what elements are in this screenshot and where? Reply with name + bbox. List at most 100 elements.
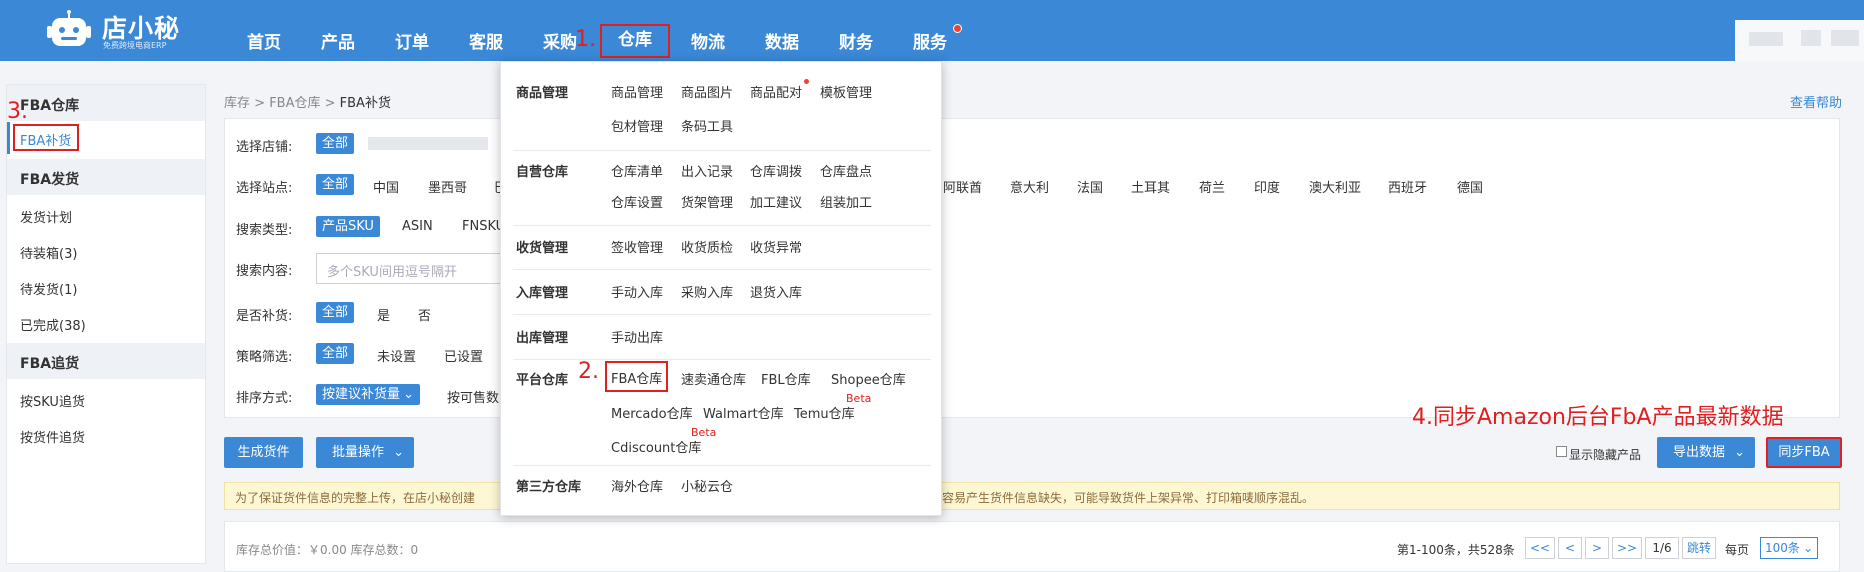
nav-orders[interactable]: 订单 (395, 28, 429, 53)
nav-products[interactable]: 产品 (321, 28, 355, 53)
dropdown-link-assembly-processing[interactable]: 组装加工 (820, 192, 872, 211)
batch-operations-button[interactable]: 批量操作 ⌄ (316, 437, 414, 468)
dropdown-link-packaging[interactable]: 包材管理 (611, 116, 663, 135)
dropdown-link-template-management[interactable]: 模板管理 (820, 82, 872, 101)
site-option-germany[interactable]: 德国 (1457, 177, 1483, 196)
dropdown-link-warehouse-transfer[interactable]: 仓库调拨 (750, 161, 802, 180)
prev-page-button[interactable]: < (1558, 537, 1582, 559)
site-option-india[interactable]: 印度 (1254, 177, 1280, 196)
sidebar-item-to-ship[interactable]: 待发货(1) (20, 279, 77, 298)
dropdown-link-warehouse-settings[interactable]: 仓库设置 (611, 192, 663, 211)
dropdown-link-overseas-warehouse[interactable]: 海外仓库 (611, 476, 663, 495)
dropdown-link-xiaomi-cloud-warehouse[interactable]: 小秘云仓 (681, 476, 733, 495)
nav-customer-service[interactable]: 客服 (469, 28, 503, 53)
replenish-all-chip[interactable]: 全部 (316, 302, 355, 323)
dropdown-link-receiving-exceptions[interactable]: 收货异常 (750, 237, 802, 256)
shop-names-blurred (368, 137, 488, 150)
site-option-netherlands[interactable]: 荷兰 (1199, 177, 1225, 196)
site-all-chip[interactable]: 全部 (316, 174, 355, 195)
sync-fba-button[interactable]: 同步FBA (1766, 437, 1842, 468)
dropdown-link-warehouse-list[interactable]: 仓库清单 (611, 161, 663, 180)
show-hidden-checkbox[interactable] (1556, 446, 1567, 457)
jump-button[interactable]: 跳转 (1682, 537, 1716, 559)
dropdown-link-aliexpress-warehouse[interactable]: 速卖通仓库 (681, 369, 746, 388)
dropdown-link-cdiscount-warehouse[interactable]: Cdiscount仓库 (611, 437, 701, 456)
replenish-no[interactable]: 否 (418, 305, 431, 324)
dropdown-link-product-management[interactable]: 商品管理 (611, 82, 663, 101)
annotation-step-4: 4.同步Amazon后台FbA产品最新数据 (1412, 405, 1784, 430)
strategy-set[interactable]: 已设置 (444, 346, 483, 365)
dropdown-link-walmart-warehouse[interactable]: Walmart仓库 (703, 403, 784, 422)
matching-notification-dot (804, 79, 809, 84)
site-option-australia[interactable]: 澳大利亚 (1309, 177, 1361, 196)
site-option-china[interactable]: 中国 (373, 177, 399, 196)
replenish-yes[interactable]: 是 (377, 305, 390, 324)
shop-all-chip[interactable]: 全部 (316, 133, 355, 154)
dropdown-link-warehouse-stocktake[interactable]: 仓库盘点 (820, 161, 872, 180)
nav-purchase[interactable]: 采购 (543, 28, 577, 53)
dropdown-link-product-matching[interactable]: 商品配对 (750, 82, 802, 101)
dropdown-link-fba-warehouse[interactable]: FBA仓库 (605, 361, 669, 392)
search-type-fnsku[interactable]: FNSKU (462, 219, 505, 234)
nav-services[interactable]: 服务 (913, 28, 947, 53)
dropdown-link-barcode-tools[interactable]: 条码工具 (681, 116, 733, 135)
chevron-down-icon: ⌄ (393, 445, 404, 460)
dropdown-link-shelf-management[interactable]: 货架管理 (681, 192, 733, 211)
site-option-spain[interactable]: 西班牙 (1388, 177, 1427, 196)
dropdown-link-manual-inbound[interactable]: 手动入库 (611, 282, 663, 301)
user-account-area[interactable] (1735, 20, 1864, 61)
nav-logistics[interactable]: 物流 (691, 28, 725, 53)
sort-dropdown[interactable]: 按建议补货量 ⌄ (316, 384, 421, 405)
dropdown-section-inbound: 入库管理 (516, 286, 569, 301)
replenish-label: 是否补货: (236, 309, 293, 324)
notice-banner: 为了保证货件信息的完整上传，在店小秘创建 容易产生货件信息缺失，可能导致货件上架… (224, 482, 1840, 510)
sidebar-item-completed[interactable]: 已完成(38) (20, 315, 86, 334)
search-type-asin[interactable]: ASIN (402, 219, 433, 234)
nav-finance[interactable]: 财务 (839, 28, 873, 53)
dropdown-link-mercado-warehouse[interactable]: Mercado仓库 (611, 403, 693, 422)
generate-shipment-button[interactable]: 生成货件 (224, 437, 303, 468)
dropdown-link-temu-warehouse[interactable]: Temu仓库 (794, 403, 855, 422)
breadcrumb-fba-warehouse[interactable]: FBA仓库 (269, 96, 320, 111)
site-option-uae[interactable]: 阿联酋 (943, 177, 982, 196)
dropdown-link-return-inbound[interactable]: 退货入库 (750, 282, 802, 301)
dropdown-section-third-party: 第三方仓库 (516, 480, 582, 495)
breadcrumb-inventory[interactable]: 库存 (224, 96, 250, 111)
site-option-france[interactable]: 法国 (1077, 177, 1103, 196)
search-type-sku-chip[interactable]: 产品SKU (316, 216, 380, 237)
site-option-mexico[interactable]: 墨西哥 (428, 177, 467, 196)
dropdown-link-fbl-warehouse[interactable]: FBL仓库 (761, 369, 811, 388)
export-data-button[interactable]: 导出数据 ⌄ (1657, 437, 1755, 468)
dropdown-link-shopee-warehouse[interactable]: Shopee仓库 (831, 369, 906, 388)
sort-by-sellable[interactable]: 按可售数 (447, 387, 499, 406)
nav-home[interactable]: 首页 (247, 28, 281, 53)
logo[interactable]: 店小秘 免费跨境电商ERP (46, 8, 216, 56)
page-indicator: 1/6 (1645, 537, 1679, 559)
sidebar-item-track-by-sku[interactable]: 按SKU追货 (20, 391, 85, 410)
sidebar-item-shipping-plan[interactable]: 发货计划 (20, 207, 72, 226)
sidebar-item-fba-replenish[interactable]: FBA补货 (13, 124, 79, 151)
dropdown-link-manual-outbound[interactable]: 手动出库 (611, 327, 663, 346)
dropdown-link-in-out-records[interactable]: 出入记录 (681, 161, 733, 180)
dropdown-link-product-images[interactable]: 商品图片 (681, 82, 733, 101)
sidebar-group-fba-shipping: FBA发货 (7, 159, 205, 195)
site-option-turkey[interactable]: 土耳其 (1131, 177, 1170, 196)
help-link[interactable]: 查看帮助 (1790, 92, 1842, 111)
per-page-select[interactable]: 100条 ⌄ (1760, 537, 1818, 559)
dropdown-link-receiving-qc[interactable]: 收货质检 (681, 237, 733, 256)
dropdown-section-own-warehouse: 自营仓库 (516, 165, 569, 180)
site-option-italy[interactable]: 意大利 (1010, 177, 1049, 196)
strategy-unset[interactable]: 未设置 (377, 346, 416, 365)
sidebar-item-track-by-shipment[interactable]: 按货件追货 (20, 427, 85, 446)
strategy-all-chip[interactable]: 全部 (316, 343, 355, 364)
first-page-button[interactable]: << (1525, 537, 1555, 559)
last-page-button[interactable]: >> (1612, 537, 1642, 559)
nav-data[interactable]: 数据 (765, 28, 799, 53)
search-content-label: 搜索内容: (236, 264, 293, 279)
nav-warehouse[interactable]: 仓库 (600, 24, 670, 58)
dropdown-link-sign-in-management[interactable]: 签收管理 (611, 237, 663, 256)
dropdown-link-processing-suggestions[interactable]: 加工建议 (750, 192, 802, 211)
next-page-button[interactable]: > (1585, 537, 1609, 559)
sidebar-item-to-pack[interactable]: 待装箱(3) (20, 243, 77, 262)
dropdown-link-purchase-inbound[interactable]: 采购入库 (681, 282, 733, 301)
